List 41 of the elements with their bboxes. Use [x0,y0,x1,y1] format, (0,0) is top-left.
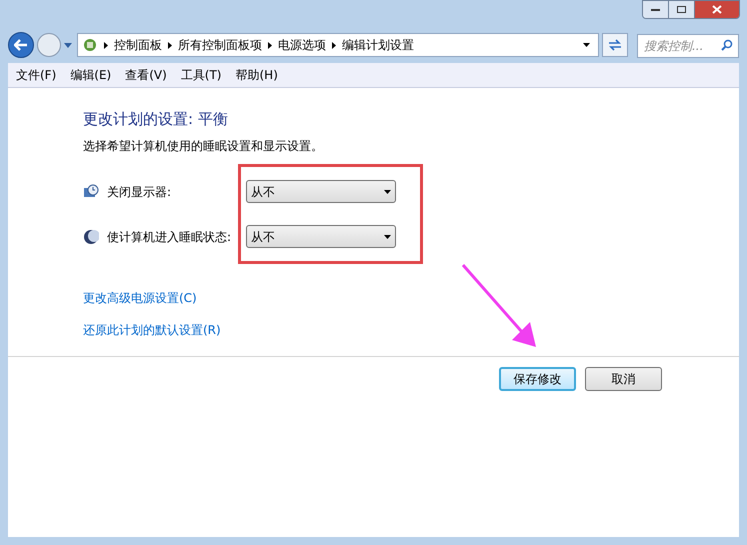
chevron-right-icon [168,42,172,48]
menu-item[interactable]: 编辑(E) [70,66,112,84]
setting-label: 关闭显示器: [107,184,172,200]
chevron-right-icon [268,42,272,48]
breadcrumb[interactable]: 控制面板 [114,36,162,54]
dialog-button[interactable]: 取消 [585,366,662,390]
setting-label: 使计算机进入睡眠状态: [107,228,232,246]
breadcrumb[interactable]: 所有控制面板项 [178,36,262,54]
search-field[interactable]: 搜索控制... [636,34,739,58]
breadcrumb[interactable]: 电源选项 [278,36,326,54]
chevron-right-icon [104,42,108,48]
moon-icon [83,228,99,244]
dropdown-caret-icon [384,190,391,194]
dropdown-caret-icon [384,234,391,238]
search-icon [720,38,733,50]
menu-item[interactable]: 工具(T) [180,66,222,84]
breadcrumb[interactable]: 编辑计划设置 [342,36,414,54]
description: 选择希望计算机使用的睡眠设置和显示设置。 [83,138,324,154]
chevron-right-icon [332,42,336,48]
dropdown[interactable]: 从不 [246,225,396,248]
minimize-button[interactable] [643,1,669,18]
close-icon [712,5,722,14]
dropdown-caret-icon [64,42,72,48]
page-heading: 更改计划的设置: 平衡 [83,109,229,130]
back-arrow-icon [14,39,28,51]
menu-item[interactable]: 查看(V) [125,66,167,84]
control-panel-icon [82,37,98,53]
link[interactable]: 更改高级电源设置(C) [83,288,197,306]
refresh-button[interactable] [602,33,628,57]
monitor-clock-icon [83,184,99,200]
dialog-button[interactable]: 保存修改 [499,366,576,390]
menu-item[interactable]: 帮助(H) [236,66,278,84]
address-bar[interactable]: 控制面板 所有控制面板项 电源选项 编辑计划设置 [76,33,600,57]
menu-item[interactable]: 文件(F) [16,66,56,84]
maximize-button[interactable] [669,1,695,18]
link[interactable]: 还原此计划的默认设置(R) [83,320,221,338]
dropdown-caret-icon[interactable] [583,43,590,47]
refresh-arrows-icon [608,39,622,51]
back-button[interactable] [8,32,34,58]
close-button[interactable] [695,1,739,18]
dropdown[interactable]: 从不 [246,180,396,203]
